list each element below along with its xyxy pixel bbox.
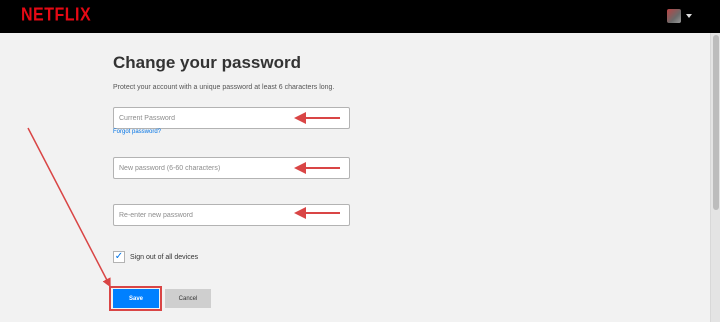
annotation-arrows — [27, 112, 340, 288]
page: NETFLIX Change your password Protect you… — [0, 0, 720, 322]
arrow-to-save — [27, 127, 111, 288]
